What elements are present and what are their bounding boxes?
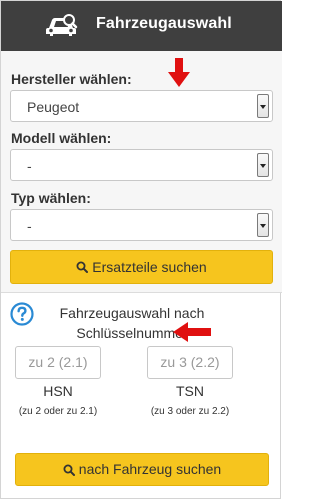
search-spare-parts-label: Ersatzteile suchen [92,259,207,275]
red-arrow-down-annotation [168,58,190,87]
tsn-caption: TSN [176,383,204,399]
car-search-icon [46,14,78,36]
chevron-down-icon[interactable] [257,94,269,118]
tsn-input[interactable]: zu 3 (2.2) [147,346,233,379]
model-select-value: - [27,158,32,174]
question-circle-icon[interactable] [10,302,34,326]
header-title: Fahrzeugauswahl [96,15,232,32]
model-select[interactable]: - [10,149,273,181]
hsn-hint: (zu 2 oder zu 2.1) [18,406,98,417]
type-select[interactable]: - [10,209,273,241]
model-label: Modell wählen: [11,130,112,146]
type-select-value: - [27,218,32,234]
manufacturer-label: Hersteller wählen: [11,71,132,87]
search-icon [63,464,75,476]
manufacturer-select[interactable]: Peugeot [10,90,273,122]
search-icon [76,261,89,273]
panel-header: Fahrzeugauswahl [1,1,282,51]
manufacturer-select-value: Peugeot [27,99,80,115]
hsn-caption: HSN [43,383,73,399]
hsn-input[interactable]: zu 2 (2.1) [15,346,101,379]
vehicle-search-label: nach Fahrzeug suchen [78,461,222,477]
vehicle-search-button[interactable]: nach Fahrzeug suchen [15,453,269,486]
chevron-down-icon[interactable] [257,153,269,177]
tsn-hint: (zu 3 oder zu 2.2) [150,406,230,417]
vehicle-selection-panel: Fahrzeugauswahl Hersteller wählen: Peuge… [0,0,282,499]
chevron-down-icon[interactable] [257,213,269,237]
type-label: Typ wählen: [11,190,91,206]
red-arrow-left-annotation [173,322,211,342]
search-spare-parts-button[interactable]: Ersatzteile suchen [10,250,273,284]
